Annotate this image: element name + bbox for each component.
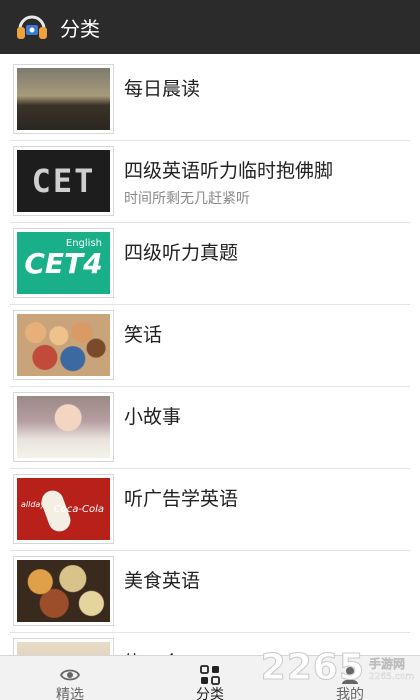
cet-thumb: CET <box>13 146 114 216</box>
headphones-icon[interactable] <box>14 9 50 45</box>
cet-thumb-text: CET <box>31 162 96 200</box>
list-item[interactable]: 每日晨读 <box>10 60 410 141</box>
page-title: 分类 <box>60 16 100 41</box>
list-item[interactable]: 美食英语 <box>10 552 410 633</box>
list-item-title: 美食英语 <box>124 570 201 592</box>
list-item-title: 四级英语听力临时抱佛脚 <box>124 160 334 182</box>
top-bar: 分类 <box>0 0 420 54</box>
watermark-number: 2265 <box>260 647 365 689</box>
tab-featured-label: 精选 <box>56 687 84 700</box>
tab-featured[interactable]: 精选 <box>0 656 140 700</box>
cet4-thumb: English CET4 <box>13 228 114 298</box>
tab-category-label: 分类 <box>196 687 224 700</box>
eye-icon <box>59 664 81 686</box>
list-item-title: 听广告学英语 <box>124 488 239 510</box>
list-item-subtitle: 时间所剩无几赶紧听 <box>124 191 250 207</box>
list-item[interactable]: 笑话 <box>10 306 410 387</box>
list-item[interactable]: alldays Coca-Cola 听广告学英语 <box>10 470 410 551</box>
tab-mine-label: 我的 <box>336 687 364 700</box>
category-list: 每日晨读 CET 四级英语听力临时抱佛脚 时间所剩无几赶紧听 English C… <box>10 60 410 700</box>
sunrise-thumb <box>13 64 114 134</box>
category-grid-icon <box>199 664 221 686</box>
list-item-title: 小故事 <box>124 406 182 428</box>
list-item[interactable]: 小故事 <box>10 388 410 469</box>
food-thumb <box>13 556 114 626</box>
watermark-text: 手游网 <box>369 657 406 671</box>
watermark-domain: 2265.com <box>369 672 414 682</box>
story-thumb <box>13 392 114 462</box>
list-item-title: 四级听力真题 <box>124 242 239 264</box>
site-watermark: 2265 手游网 2265.com <box>260 647 414 689</box>
list-item[interactable]: CET 四级英语听力临时抱佛脚 时间所剩无几赶紧听 <box>10 142 410 223</box>
list-item[interactable]: English CET4 四级听力真题 <box>10 224 410 305</box>
app-screen: 分类 每日晨读 CET 四级英语听力临时抱佛脚 时间所剩无几赶紧听 Englis… <box>0 0 420 700</box>
tab-category[interactable]: 分类 <box>140 656 280 700</box>
comic-thumb <box>13 310 114 380</box>
ads-thumb-text: Coca-Cola <box>53 504 104 515</box>
list-item-title: 每日晨读 <box>124 78 201 100</box>
ads-thumb: alldays Coca-Cola <box>13 474 114 544</box>
cet4-thumb-text: CET4 <box>24 246 103 280</box>
list-item-title: 笑话 <box>124 324 163 346</box>
cet4-thumb-subtext: English <box>65 238 102 249</box>
